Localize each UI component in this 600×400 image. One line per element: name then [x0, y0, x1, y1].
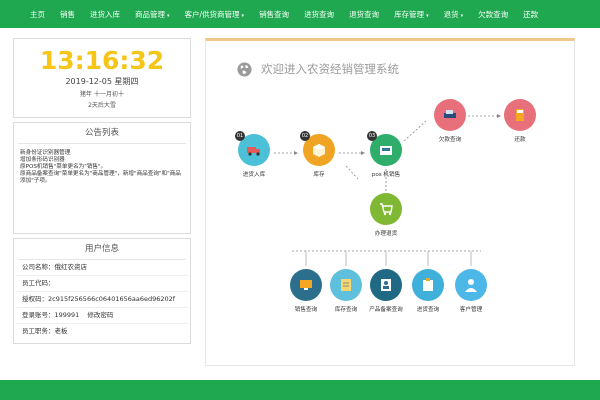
product-record-label: 产品备案查询 — [369, 307, 403, 313]
product-record-circle — [370, 269, 402, 301]
nav-item-home[interactable]: 主页 — [30, 9, 45, 20]
user-info-panel: 用户信息 公司名称：俄红农资店 员工代码： 授权码：2c915f256566c0… — [13, 238, 191, 344]
calculator-icon — [516, 109, 524, 121]
inventory-label: 库存 — [313, 172, 325, 178]
user-company: 公司名称：俄红农资店 — [16, 260, 188, 276]
chevron-down-icon: ▾ — [460, 12, 464, 19]
user-login-row: 登录账号：199991 修改密码 — [16, 308, 188, 324]
flow-node-debt-query[interactable]: 欠款查询 — [428, 99, 472, 143]
nav-item-stock-in[interactable]: 进货入库 — [90, 9, 120, 20]
app-window: 主页 销售 进货入库 商品管理 ▾ 客户/供货商管理 ▾ 销售查询 进货查询 退货查… — [0, 0, 600, 400]
nav-item-return-query[interactable]: 退货查询 — [349, 9, 379, 20]
flow-node-customer-mgmt[interactable]: 客户管理 — [451, 269, 491, 313]
notice-item: 原POS机销售"菜单更名为"销售"。 — [20, 164, 107, 170]
return-circle — [370, 193, 402, 225]
user-role: 员工职务：老板 — [22, 327, 68, 335]
document-icon — [341, 279, 351, 291]
clock-solar-term: 2天后大雪 — [88, 102, 116, 109]
notice-panel: 公告列表 新身份证识别器管理 增加条形码识别器 原POS机销售"菜单更名为"销售… — [13, 122, 191, 234]
truck-icon — [247, 147, 260, 156]
debt-query-circle — [434, 99, 466, 131]
cash-register-icon — [380, 146, 392, 155]
flow-node-return[interactable]: 办理退货 — [366, 193, 406, 237]
stock-in-label: 进货入库 — [242, 172, 266, 178]
purchase-query-label: 进货查询 — [416, 307, 440, 313]
nav-item-purchase-query[interactable]: 进货查询 — [304, 9, 334, 20]
step-badge: 01 — [235, 131, 245, 141]
nav-item-debt-query[interactable]: 欠款查询 — [478, 9, 508, 20]
customer-mgmt-label: 客户管理 — [459, 307, 483, 313]
flow-node-purchase-query[interactable]: 进货查询 — [408, 269, 448, 313]
top-navigation-bar: 主页 销售 进货入库 商品管理 ▾ 客户/供货商管理 ▾ 销售查询 进货查询 退货查… — [0, 0, 600, 28]
nav-item-customer-supplier[interactable]: 客户/供货商管理 ▾ — [185, 9, 245, 20]
pos-circle: 03 — [367, 131, 402, 166]
bottom-green-strip — [0, 380, 600, 400]
flow-node-product-record[interactable]: 产品备案查询 — [363, 269, 409, 313]
sales-query-label: 销售查询 — [294, 307, 318, 313]
return-label: 办理退货 — [374, 231, 398, 237]
flow-node-inventory[interactable]: 02 库存 — [299, 131, 339, 178]
repay-label: 还款 — [514, 137, 526, 143]
box-icon — [313, 144, 325, 157]
purchase-query-circle — [412, 269, 444, 301]
stock-query-label: 库存查询 — [334, 307, 358, 313]
notice-list: 新身份证识别器管理 增加条形码识别器 原POS机销售"菜单更名为"销售"。 原商… — [14, 144, 190, 191]
notice-title: 公告列表 — [18, 123, 186, 144]
repay-circle — [504, 99, 536, 131]
chevron-down-icon: ▾ — [167, 12, 170, 19]
flow-node-pos-sales[interactable]: 03 pos 机销售 — [364, 131, 408, 178]
flow-node-repay[interactable]: 还款 — [500, 99, 540, 143]
flow-node-sales-query[interactable]: 销售查询 — [286, 269, 326, 313]
clipboard-icon — [423, 278, 433, 291]
inventory-circle: 02 — [300, 131, 335, 166]
step-badge: 02 — [300, 131, 310, 141]
pos-label: pos 机销售 — [371, 172, 401, 178]
debt-query-label: 欠款查询 — [438, 137, 462, 143]
clock-date: 2019-12-05 星期四 — [65, 77, 139, 86]
monitor-icon — [300, 280, 312, 290]
chevron-down-icon: ▾ — [426, 12, 429, 19]
nav-item-inventory-mgmt[interactable]: 库存管理 ▾ — [394, 9, 429, 20]
notice-item: 新身份证识别器管理 — [20, 150, 71, 156]
car-icon — [444, 110, 456, 118]
stock-in-circle: 01 — [235, 131, 270, 166]
sales-query-circle — [290, 269, 322, 301]
clock-panel: 13:16:32 2019-12-05 星期四 猪年 十一月初十 2天后大雪 — [13, 38, 191, 118]
nav-item-sales-query[interactable]: 销售查询 — [259, 9, 289, 20]
cart-icon — [380, 203, 393, 216]
chevron-down-icon: ▾ — [241, 12, 245, 19]
user-license: 授权码：2c915f256566c06401656aa6ed96202f — [16, 292, 188, 308]
notice-item: 增加条形码识别器 — [20, 157, 65, 163]
user-info-title: 用户信息 — [18, 239, 186, 260]
id-card-icon — [381, 279, 391, 291]
main-flow-panel: 欢迎进入农资经销管理系统 01 进货入库 02 库存 03 pos 机销售 欠款… — [205, 38, 575, 366]
nav-item-sales[interactable]: 销售 — [60, 9, 75, 20]
user-icon — [465, 279, 477, 292]
notice-item: 原商品备案查询"菜单更名为"商品管理"，新增"商品查询"和"商品添加"子项。 — [20, 171, 181, 184]
user-login-account: 登录账号：199991 — [22, 311, 80, 319]
customer-mgmt-circle — [455, 269, 487, 301]
user-employee-code: 员工代码： — [16, 276, 188, 292]
nav-item-return[interactable]: 退货 ▾ — [444, 9, 464, 20]
clock-lunar-date: 猪年 十一月初十 — [80, 91, 124, 98]
clock-time: 13:16:32 — [39, 46, 165, 75]
step-badge: 03 — [367, 131, 377, 141]
change-password-link[interactable]: 修改密码 — [87, 311, 113, 319]
nav-item-product-mgmt[interactable]: 商品管理 ▾ — [135, 9, 170, 20]
flow-node-stock-in[interactable]: 01 进货入库 — [234, 131, 274, 178]
stock-query-circle — [330, 269, 362, 301]
nav-item-repay[interactable]: 还款 — [523, 9, 538, 20]
flow-node-stock-query[interactable]: 库存查询 — [326, 269, 366, 313]
